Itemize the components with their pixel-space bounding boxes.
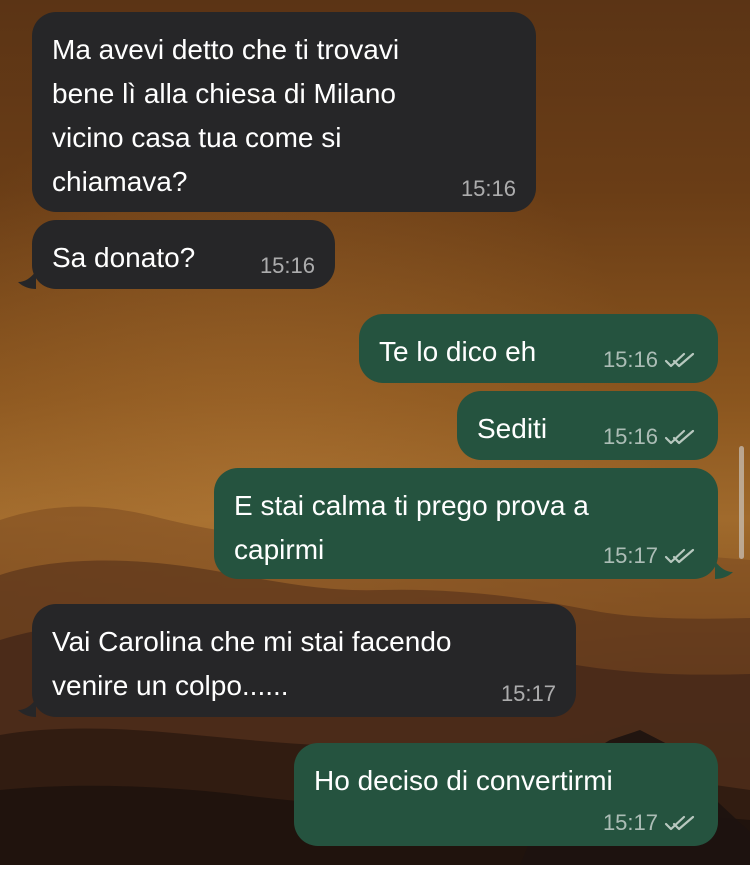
- outgoing-message[interactable]: Te lo dico eh 15:16: [359, 314, 718, 383]
- message-time: 15:17: [602, 810, 658, 835]
- message-text: Sa donato?: [52, 242, 196, 273]
- message-time: 15:17: [500, 681, 556, 706]
- outgoing-message[interactable]: E stai calma ti prego prova a capirmi 15…: [214, 468, 718, 579]
- bubble-tail-icon: [18, 271, 36, 289]
- double-check-icon: [664, 815, 695, 831]
- double-check-icon: [664, 352, 695, 368]
- message-meta: 15:16: [260, 255, 315, 277]
- message-meta: 15:17: [603, 545, 698, 567]
- message-meta: 15:16: [603, 426, 698, 448]
- double-check-icon: [664, 429, 695, 445]
- outgoing-message[interactable]: Sediti 15:16: [457, 391, 718, 460]
- bubble-tail-icon: [18, 699, 36, 717]
- message-time: 15:16: [602, 424, 658, 449]
- outgoing-message[interactable]: Ho deciso di convertirmi 15:17: [294, 743, 718, 846]
- message-text: Vai Carolina che mi stai facendo venire …: [52, 626, 452, 701]
- incoming-message[interactable]: Ma avevi detto che ti trovavi bene lì al…: [32, 12, 536, 212]
- message-time: 15:16: [460, 176, 516, 201]
- message-text: Ho deciso di convertirmi: [314, 765, 613, 796]
- message-time: 15:17: [602, 543, 658, 568]
- message-time: 15:16: [259, 253, 315, 278]
- message-text: Te lo dico eh: [379, 336, 537, 367]
- message-list[interactable]: Ma avevi detto che ti trovavi bene lì al…: [0, 0, 750, 865]
- message-time: 15:16: [602, 347, 658, 372]
- message-text: Sediti: [477, 413, 548, 444]
- message-text: Ma avevi detto che ti trovavi bene lì al…: [52, 34, 400, 197]
- chat-scrollbar[interactable]: [739, 446, 744, 559]
- message-meta: 15:17: [501, 683, 556, 705]
- message-meta: 15:16: [461, 178, 516, 200]
- incoming-message[interactable]: Vai Carolina che mi stai facendo venire …: [32, 604, 576, 717]
- double-check-icon: [664, 548, 695, 564]
- message-meta: 15:17: [603, 812, 698, 834]
- bubble-tail-icon: [715, 561, 733, 579]
- message-text: E stai calma ti prego prova a capirmi: [234, 490, 589, 565]
- message-meta: 15:16: [603, 349, 698, 371]
- incoming-message[interactable]: Sa donato? 15:16: [32, 220, 335, 289]
